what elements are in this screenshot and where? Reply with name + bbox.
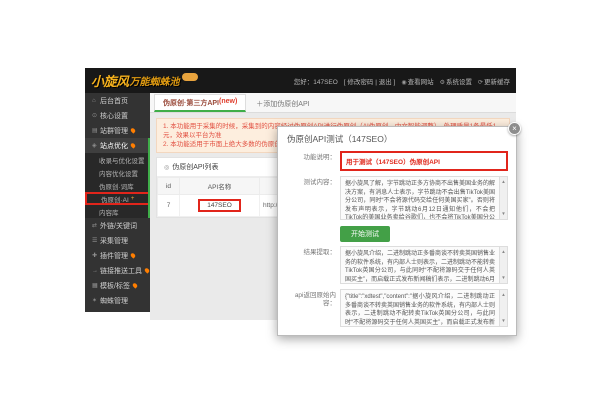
gear-icon: ⚙	[439, 79, 445, 86]
test-content-row: 测试内容： 据小旋风了解，字节跳动正多方协商不出售美国业务的解决方案，有消息人士…	[278, 174, 516, 223]
tab-pseudo-api[interactable]: 伪原创·第三方API (new)	[154, 94, 247, 112]
sidebar-subitem-content-optimize[interactable]: 内容优化设置	[85, 166, 150, 179]
brand-logo: 小旋风	[91, 74, 129, 89]
test-content-label: 测试内容：	[303, 179, 337, 186]
sidebar-item-collection[interactable]: ☰ 采集管理	[85, 233, 150, 248]
annotated-api-name: 147SEO	[198, 199, 241, 212]
sidebar-item-templates[interactable]: ▦ 模板/标签	[85, 278, 150, 293]
links-icon: ⇄	[92, 223, 98, 229]
template-icon: ▦	[92, 283, 98, 289]
sidebar-item-site-group[interactable]: ▤ 站群管理	[85, 123, 150, 138]
active-section-accent	[148, 138, 150, 218]
tab-add-api[interactable]: ＋添加伪原创API	[248, 96, 317, 112]
view-site-link[interactable]: ◉查看网站	[401, 76, 433, 86]
raw-response-row: api返回原始内容： {"title":"xdtest","content":"…	[278, 287, 516, 330]
brand-logo-subtitle: 万能蜘蛛池	[129, 77, 180, 88]
sidebar: ⌂ 后台首页 ⊙ 核心设置 ▤ 站群管理 ◈ 站点优化 收录与优化设置 内容优化…	[85, 93, 151, 312]
start-test-button[interactable]: 开始测试	[340, 226, 390, 242]
sidebar-item-external-links[interactable]: ⇄ 外链/关键词	[85, 218, 150, 233]
result-row: 结果提取： 据小旋风介绍，二进制跳动正多番商谈不转卖英国销售业务的软件系统，有内…	[278, 244, 516, 287]
sidebar-subitem-pseudo-thesaurus[interactable]: 伪原创·词库	[85, 179, 150, 192]
function-label: 功能说明：	[303, 154, 337, 161]
hot-flame-icon	[129, 252, 137, 259]
result-label: 结果提取：	[303, 249, 337, 256]
sidebar-item-core-settings[interactable]: ⊙ 核心设置	[85, 108, 150, 123]
refresh-cache-link[interactable]: ⟳更新缓存	[478, 76, 510, 86]
sidebar-subitem-content-library[interactable]: 内容库	[85, 205, 150, 218]
collection-icon: ☰	[92, 238, 98, 244]
col-name: API名称	[179, 177, 260, 195]
raw-response-label: api返回原始内容：	[294, 292, 336, 307]
sidebar-item-site-optimize[interactable]: ◈ 站点优化	[85, 138, 150, 153]
result-textarea[interactable]: 据小旋风介绍，二进制跳动正多番商谈不转卖英国销售业务的软件系统，有内部人士则表示…	[340, 246, 508, 284]
sidebar-subitem-pseudo-ai[interactable]: 伪原创·AI +	[85, 192, 150, 205]
api-test-dialog: × 伪原创API测试（147SEO） 功能说明： 用于测试（147SEO）伪原创…	[277, 122, 521, 336]
spider-icon: ✶	[92, 298, 98, 304]
list-icon: ◎	[164, 164, 170, 171]
hot-flame-icon	[131, 282, 139, 289]
admin-app: 小旋风 万能蜘蛛池 您好：147SEO [ 修改密码 | 退出 ] ◉查看网站 …	[85, 68, 521, 336]
home-icon: ⌂	[92, 97, 96, 104]
sidebar-item-home[interactable]: ⌂ 后台首页	[85, 93, 150, 108]
push-icon: →	[92, 267, 98, 274]
scrollbar: ▲ ▼	[499, 290, 507, 326]
site-group-icon: ▤	[92, 128, 98, 134]
header-user-area: 您好：147SEO [ 修改密码 | 退出 ] ◉查看网站 ⚙系统设置 ⟳更新缓…	[294, 76, 510, 86]
close-icon[interactable]: ×	[508, 122, 521, 135]
top-header: 小旋风 万能蜘蛛池 您好：147SEO [ 修改密码 | 退出 ] ◉查看网站 …	[85, 68, 516, 93]
hot-flame-icon	[129, 142, 137, 149]
hot-flame-icon	[129, 127, 137, 134]
function-description: 用于测试（147SEO）伪原创API	[340, 151, 508, 171]
eye-icon: ◉	[401, 79, 407, 86]
scrollbar: ▲ ▼	[499, 247, 507, 283]
scrollbar: ▲ ▼	[499, 177, 507, 219]
sidebar-item-link-push[interactable]: → 链接推送工具	[85, 263, 151, 278]
refresh-icon: ⟳	[477, 79, 483, 86]
plugin-icon: ✚	[92, 253, 98, 259]
tab-bar: 伪原创·第三方API (new) ＋添加伪原创API	[150, 93, 516, 113]
sidebar-subitem-index-optimize[interactable]: 收录与优化设置	[85, 153, 150, 166]
brand-version-badge	[181, 72, 198, 81]
panel-title: 伪原创API列表	[172, 164, 219, 171]
account-links[interactable]: [ 修改密码 | 退出 ]	[344, 76, 396, 86]
system-settings-link[interactable]: ⚙系统设置	[440, 76, 472, 86]
dialog-title: 伪原创API测试（147SEO）	[287, 134, 393, 144]
raw-response-textarea[interactable]: {"title":"xdtest","content":"据小旋风介绍，二进制跳…	[340, 289, 508, 327]
test-content-textarea[interactable]: 据小旋风了解，字节跳动正多方协商不出售美国业务的解决方案，有消息人士表示，字节跳…	[340, 176, 508, 220]
new-plus-marker: +	[130, 195, 135, 202]
greeting-text: 您好：147SEO	[293, 78, 338, 86]
optimize-icon: ◈	[92, 143, 97, 149]
cell-name: 147SEO	[179, 194, 260, 217]
cell-id: 7	[157, 194, 180, 217]
core-settings-icon: ⊙	[92, 113, 98, 119]
col-id: id	[157, 177, 180, 195]
sidebar-item-spider[interactable]: ✶ 蜘蛛管理	[85, 293, 150, 308]
sidebar-item-plugins[interactable]: ✚ 插件管理	[85, 248, 150, 263]
function-row: 功能说明： 用于测试（147SEO）伪原创API	[278, 149, 516, 174]
new-suffix: (new)	[219, 98, 238, 105]
